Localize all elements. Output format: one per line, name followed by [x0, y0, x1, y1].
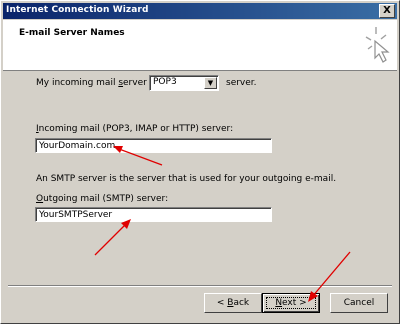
- wizard-window: Internet Connection Wizard X E-mail Serv…: [0, 0, 400, 324]
- incoming-type-label: My incoming mail server is a: [36, 78, 166, 88]
- outgoing-server-input[interactable]: YourSMTPServer: [35, 207, 272, 222]
- server-type-suffix: server.: [226, 78, 257, 88]
- outgoing-server-label: Outgoing mail (SMTP) server:: [36, 194, 169, 204]
- incoming-server-input[interactable]: YourDomain.com: [35, 138, 272, 153]
- page-title: E-mail Server Names: [19, 28, 125, 38]
- back-button[interactable]: < Back: [204, 293, 262, 313]
- next-button[interactable]: Next >: [262, 293, 320, 313]
- chevron-down-icon[interactable]: ▼: [204, 77, 217, 89]
- title-bar: Internet Connection Wizard X: [3, 3, 397, 19]
- window-title: Internet Connection Wizard: [6, 5, 149, 15]
- footer-divider: [8, 285, 392, 287]
- wizard-header: E-mail Server Names: [3, 20, 397, 71]
- server-type-value: POP3: [153, 77, 177, 87]
- incoming-server-label: Incoming mail (POP3, IMAP or HTTP) serve…: [36, 124, 234, 134]
- server-type-select[interactable]: POP3 ▼: [149, 75, 219, 91]
- smtp-note: An SMTP server is the server that is use…: [36, 174, 337, 184]
- wizard-wand-icon: [365, 27, 390, 63]
- close-button[interactable]: X: [379, 4, 395, 18]
- cancel-button[interactable]: Cancel: [330, 293, 388, 313]
